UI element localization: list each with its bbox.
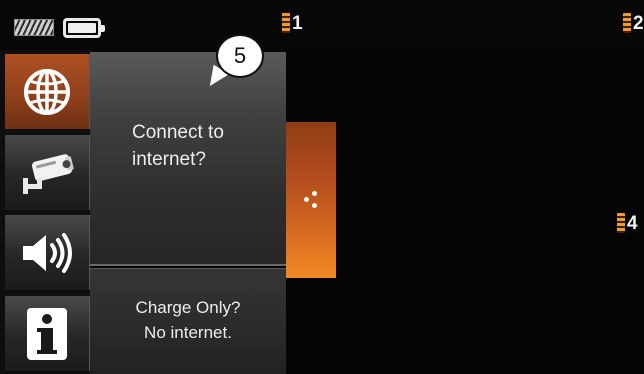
nav-internet-button[interactable] (5, 54, 90, 129)
nav-info-button[interactable] (5, 296, 90, 371)
connect-internet-line1: Connect to (132, 122, 224, 143)
channel-marker-4[interactable]: 4 (617, 213, 638, 233)
channel-number: 2 (633, 12, 644, 34)
charge-only-label: Charge Only? No internet. (90, 296, 286, 345)
nav-sound-button[interactable] (5, 215, 90, 290)
share-dots-icon (304, 191, 318, 209)
step-callout: 5 (216, 34, 264, 78)
charge-only-line2: No internet. (144, 322, 232, 342)
security-camera-icon (23, 153, 74, 194)
connect-internet-label: Connect to internet? (132, 120, 224, 173)
connect-internet-line2: internet? (132, 148, 206, 170)
channel-number: 4 (627, 212, 638, 234)
channel-level-icon (617, 213, 625, 233)
panel-pull-tab[interactable] (286, 122, 336, 278)
channel-marker-2[interactable]: 2 (623, 13, 644, 33)
channel-marker-1[interactable]: 1 (282, 13, 303, 33)
charge-only-line1: Charge Only? (135, 298, 241, 317)
info-icon (27, 307, 67, 360)
status-bar (0, 0, 644, 50)
connect-internet-option[interactable]: Connect to internet? (90, 52, 286, 266)
nav-camera-button[interactable] (5, 135, 90, 210)
channel-number: 1 (292, 12, 303, 34)
screen: 1 2 4 Connect to internet? Charge Only? … (0, 0, 644, 374)
signal-strength-icon (14, 19, 54, 36)
side-nav (0, 50, 92, 374)
channel-level-icon (623, 13, 631, 33)
globe-icon (24, 68, 70, 115)
speaker-volume-icon (23, 232, 72, 273)
battery-icon (63, 18, 105, 38)
charge-only-option[interactable]: Charge Only? No internet. (90, 268, 286, 374)
connection-dialog: Connect to internet? Charge Only? No int… (90, 52, 286, 374)
channel-level-icon (282, 13, 290, 33)
